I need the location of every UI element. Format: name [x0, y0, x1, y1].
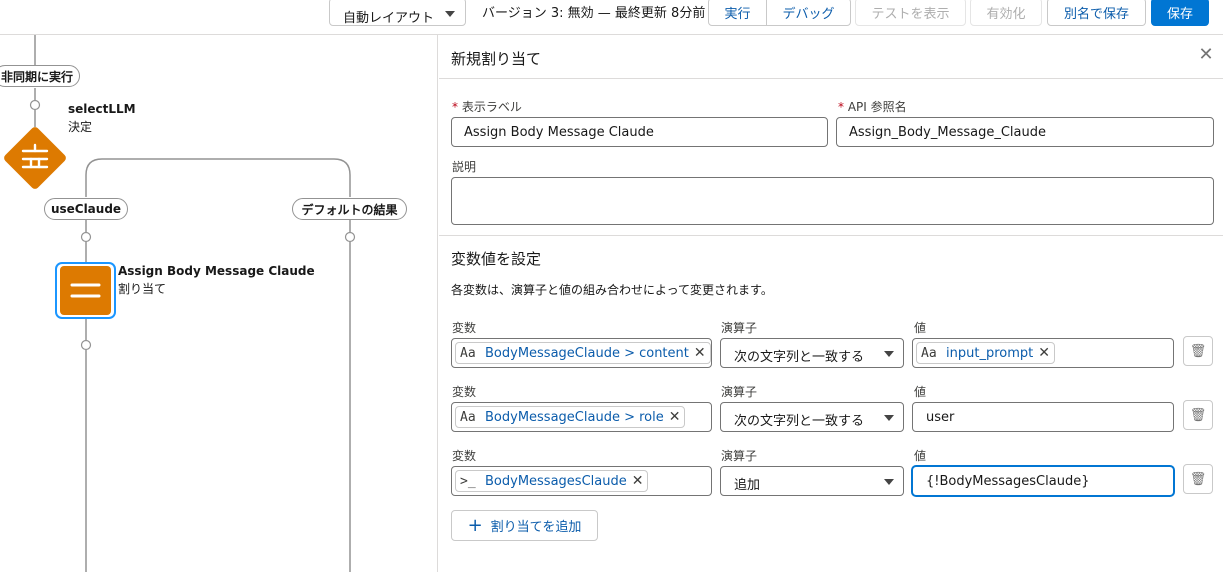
view-tests-button[interactable]: テストを表示: [855, 0, 966, 26]
plus-icon: +: [467, 514, 483, 536]
variable-pill-label: BodyMessageClaude > role: [485, 409, 664, 425]
value-input[interactable]: user: [912, 402, 1174, 432]
divider: [439, 235, 1223, 236]
chevron-down-icon: [884, 351, 894, 357]
activate-button[interactable]: 有効化: [970, 0, 1042, 26]
section-description: 各変数は、演算子と値の組み合わせによって変更されます。: [451, 283, 773, 297]
layout-select[interactable]: 自動レイアウト: [329, 0, 466, 26]
delete-row-button[interactable]: 🗑: [1183, 464, 1213, 494]
section-title: 変数値を設定: [451, 250, 542, 268]
operator-column-label: 演算子: [721, 385, 758, 399]
variable-pill[interactable]: >_ BodyMessagesClaude ✕: [455, 470, 649, 492]
connector-dot[interactable]: [80, 231, 92, 243]
run-button[interactable]: 実行: [708, 0, 767, 26]
property-editor-panel: 新規割り当て ✕ * 表示ラベル Assign Body Message Cla…: [439, 35, 1223, 572]
operator-select[interactable]: 次の文字列と一致する: [720, 402, 904, 432]
decision-subtitle: 決定: [68, 120, 93, 134]
variable-column-label: 変数: [452, 321, 477, 335]
chevron-down-icon: [884, 479, 894, 485]
close-icon[interactable]: ✕: [694, 345, 706, 361]
async-path-label: 非同期に実行: [0, 65, 80, 87]
operator-column-label: 演算子: [721, 449, 758, 463]
assignment-node[interactable]: [55, 262, 116, 319]
description-label: 説明: [452, 160, 477, 174]
variable-combobox[interactable]: Aa BodyMessageClaude > role ✕: [451, 402, 712, 432]
api-name-field-label-text: API 参照名: [847, 100, 907, 114]
trash-icon: 🗑: [1189, 343, 1207, 359]
decision-node[interactable]: [2, 125, 67, 190]
operator-select-value: 次の文字列と一致する: [734, 350, 865, 365]
close-icon[interactable]: ✕: [669, 409, 681, 425]
text-type-icon: Aa: [460, 409, 476, 425]
flow-canvas[interactable]: 非同期に実行 selectLLM 決定 useClaude デフォルトの結果 A…: [0, 35, 438, 572]
value-column-label: 値: [914, 321, 927, 335]
text-type-icon: Aa: [460, 345, 476, 361]
panel-title: 新規割り当て: [451, 50, 542, 68]
required-icon: *: [452, 100, 462, 114]
required-icon: *: [838, 100, 848, 114]
delete-row-button[interactable]: 🗑: [1183, 400, 1213, 430]
chevron-down-icon: [884, 415, 894, 421]
outcome-default[interactable]: デフォルトの結果: [292, 198, 407, 220]
connector-dot[interactable]: [344, 231, 356, 243]
operator-select-value: 追加: [734, 478, 761, 493]
debug-button[interactable]: デバッグ: [766, 0, 851, 26]
collection-type-icon: >_: [460, 473, 476, 489]
connector-dot[interactable]: [29, 99, 41, 111]
trash-icon: 🗑: [1189, 407, 1207, 423]
trash-icon: 🗑: [1189, 471, 1207, 487]
layout-select-value: 自動レイアウト: [343, 11, 435, 26]
variable-pill-label: BodyMessagesClaude: [485, 473, 627, 489]
value-combobox[interactable]: Aa input_prompt ✕: [912, 338, 1174, 368]
save-as-button[interactable]: 別名で保存: [1047, 0, 1146, 26]
operator-column-label: 演算子: [721, 321, 758, 335]
label-input[interactable]: Assign Body Message Claude: [451, 117, 828, 147]
value-input-text: {!BodyMessagesClaude}: [926, 474, 1090, 489]
close-icon[interactable]: ✕: [1197, 46, 1215, 64]
close-icon[interactable]: ✕: [1038, 345, 1050, 361]
value-pill-label: input_prompt: [946, 345, 1034, 361]
variable-pill[interactable]: Aa BodyMessageClaude > content ✕: [455, 342, 711, 364]
variable-combobox[interactable]: Aa BodyMessageClaude > content ✕: [451, 338, 712, 368]
connector-dot[interactable]: [80, 339, 92, 351]
api-name-input[interactable]: Assign_Body_Message_Claude: [836, 117, 1214, 147]
toolbar: 自動レイアウト バージョン 3: 無効 — 最終更新 8分前 実行 デバッグ テ…: [0, 0, 1223, 35]
decision-title: selectLLM: [68, 102, 136, 116]
operator-select[interactable]: 追加: [720, 466, 904, 496]
add-assignment-button[interactable]: + 割り当てを追加: [451, 510, 598, 541]
chevron-down-icon: [445, 11, 455, 17]
variable-column-label: 変数: [452, 449, 477, 463]
close-icon[interactable]: ✕: [632, 473, 644, 489]
save-button[interactable]: 保存: [1151, 0, 1209, 26]
value-column-label: 値: [914, 385, 927, 399]
operator-select[interactable]: 次の文字列と一致する: [720, 338, 904, 368]
value-input[interactable]: {!BodyMessagesClaude}: [912, 466, 1174, 496]
assignment-title: Assign Body Message Claude: [118, 264, 315, 278]
label-field-label: * 表示ラベル: [452, 98, 522, 115]
add-assignment-label: 割り当てを追加: [490, 520, 582, 535]
variable-combobox[interactable]: >_ BodyMessagesClaude ✕: [451, 466, 712, 496]
variable-pill[interactable]: Aa BodyMessageClaude > role ✕: [455, 406, 686, 428]
flow-connectors: [2, 35, 356, 572]
value-pill[interactable]: Aa input_prompt ✕: [916, 342, 1055, 364]
operator-select-value: 次の文字列と一致する: [734, 414, 865, 429]
description-textarea[interactable]: [451, 177, 1214, 225]
variable-pill-label: BodyMessageClaude > content: [485, 345, 689, 361]
assignment-subtitle: 割り当て: [118, 282, 167, 296]
version-status: バージョン 3: 無効 — 最終更新 8分前: [482, 6, 706, 21]
variable-column-label: 変数: [452, 385, 477, 399]
text-type-icon: Aa: [921, 345, 937, 361]
label-field-label-text: 表示ラベル: [461, 100, 522, 114]
panel-header: 新規割り当て ✕: [439, 35, 1223, 79]
delete-row-button[interactable]: 🗑: [1183, 336, 1213, 366]
outcome-use-claude[interactable]: useClaude: [44, 198, 128, 220]
value-input-text: user: [926, 410, 955, 425]
api-name-field-label: * API 参照名: [838, 98, 907, 115]
value-column-label: 値: [914, 449, 927, 463]
